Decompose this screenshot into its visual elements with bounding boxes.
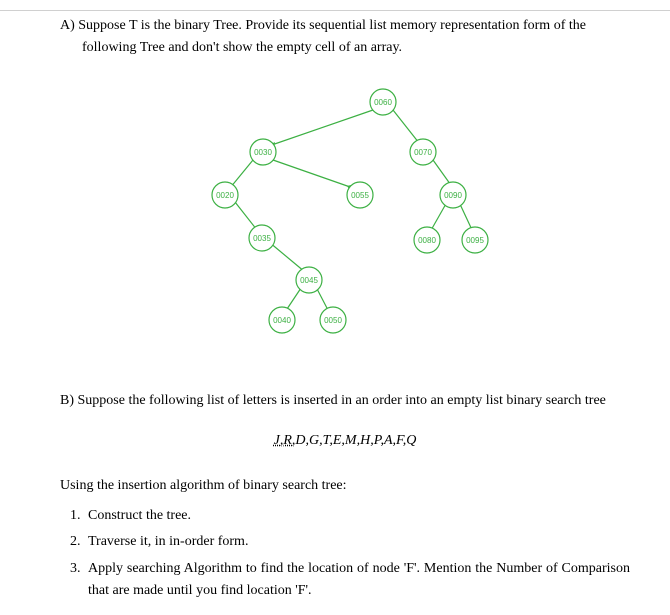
task-1: Construct the tree. xyxy=(84,505,630,527)
task-2: Traverse it, in in-order form. xyxy=(84,531,630,553)
tree-node-20: 0020 xyxy=(216,191,234,200)
tree-svg: 0060 0030 0070 0020 0055 0090 0035 0080 … xyxy=(185,80,505,360)
tree-node-35: 0035 xyxy=(253,234,271,243)
tree-node-55: 0055 xyxy=(351,191,369,200)
tree-node-50: 0050 xyxy=(324,316,342,325)
page-divider xyxy=(0,10,670,11)
tree-node-70: 0070 xyxy=(414,148,432,157)
letter-sequence: J,R,D,G,T,E,M,H,P,A,F,Q xyxy=(60,430,630,452)
tree-node-40: 0040 xyxy=(273,316,291,325)
tree-node-root: 0060 xyxy=(374,98,392,107)
letters-rest: D,G,T,E,M,H,P,A,F,Q xyxy=(295,433,416,448)
using-algorithm-text: Using the insertion algorithm of binary … xyxy=(60,475,630,497)
question-b-intro: B) Suppose the following list of letters… xyxy=(60,390,630,412)
question-a: A) Suppose T is the binary Tree. Provide… xyxy=(60,15,630,60)
question-a-line1: A) Suppose T is the binary Tree. Provide… xyxy=(60,18,586,33)
tree-node-30: 0030 xyxy=(254,148,272,157)
letters-first: J,R, xyxy=(274,433,296,448)
tree-node-45: 0045 xyxy=(300,276,318,285)
binary-tree-diagram: 0060 0030 0070 0020 0055 0090 0035 0080 … xyxy=(60,80,630,360)
tree-node-90: 0090 xyxy=(444,191,462,200)
question-a-line2: following Tree and don't show the empty … xyxy=(82,37,630,59)
tree-node-95: 0095 xyxy=(466,236,484,245)
task-list: Construct the tree. Traverse it, in in-o… xyxy=(84,505,630,603)
task-3: Apply searching Algorithm to find the lo… xyxy=(84,558,630,603)
tree-node-80: 0080 xyxy=(418,236,436,245)
